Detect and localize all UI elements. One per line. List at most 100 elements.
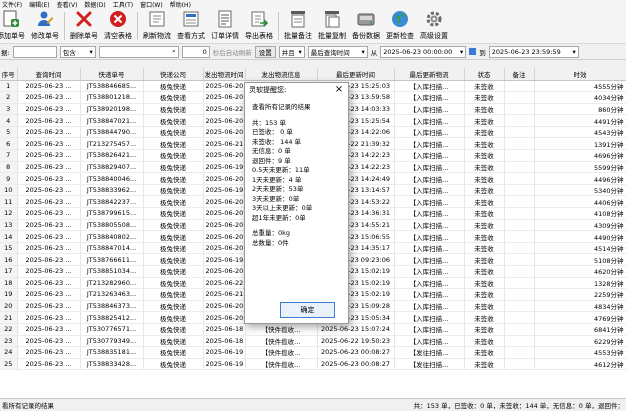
- table-cell: 【入库扫描...: [394, 161, 465, 174]
- batch-copy-button[interactable]: 批量复制: [315, 9, 349, 43]
- status-summary-text: 共：153 单，已签收：0 单，未签收：144 单，无信息：0 单，退回件：: [413, 402, 624, 410]
- ok-button[interactable]: 确定: [280, 302, 335, 318]
- table-cell: 22: [0, 323, 18, 336]
- table-cell-text: 【发往扫描...: [409, 361, 449, 370]
- table-cell: [504, 114, 535, 127]
- close-icon[interactable]: ×: [334, 85, 344, 95]
- column-header[interactable]: 状态: [464, 68, 505, 81]
- menu-item[interactable]: 帮助(H): [170, 0, 191, 9]
- dialog-stat-line: 退回件：9 单: [252, 156, 291, 165]
- table-cell: 14: [0, 230, 18, 243]
- match-mode-select[interactable]: 包含 ▾: [59, 45, 96, 58]
- table-cell: 未签收: [464, 323, 505, 336]
- search-input[interactable]: ⌕: [98, 45, 179, 58]
- table-cell-text: JT530779349...: [86, 336, 137, 345]
- menu-item[interactable]: 文件(F): [2, 0, 22, 9]
- table-cell-text: 2025-06-23 15:07:24: [320, 325, 391, 334]
- table-cell: [504, 103, 535, 116]
- refresh-interval-input[interactable]: 0: [181, 45, 210, 58]
- column-header[interactable]: 序号: [0, 68, 18, 81]
- settings-button-label: 设置: [258, 48, 272, 57]
- export-table-button[interactable]: 导出表格: [242, 9, 276, 43]
- table-cell: 2025-06-23 00:08:27: [317, 358, 395, 371]
- column-header[interactable]: 发出物流信息: [245, 68, 318, 81]
- table-cell: 【入库扫描...: [394, 253, 465, 266]
- table-cell: 2025-06-20: [203, 195, 246, 209]
- table-cell: JT530779349...: [80, 335, 144, 348]
- table-cell: [504, 323, 535, 336]
- table-row[interactable]: 25 2025-06-23 ... JT538833428... 极兔快递 2025-0…: [0, 358, 626, 371]
- table-cell: 【入库扫描...: [394, 137, 465, 151]
- column-header[interactable]: 时效: [534, 68, 626, 81]
- time-field-select[interactable]: 最后查询时间 ▾: [307, 45, 368, 58]
- table-cell: 20: [0, 300, 18, 313]
- logic-select[interactable]: 并且 ▾: [278, 45, 305, 58]
- refresh-logistics-button[interactable]: 刷新物流: [140, 9, 174, 43]
- table-cell: 极兔快递: [143, 149, 204, 162]
- table-cell: 未签收: [464, 335, 505, 348]
- table-cell: 1328分钟: [534, 277, 626, 290]
- menu-item[interactable]: 查看(V): [57, 0, 78, 9]
- keyword-input[interactable]: [12, 45, 57, 58]
- column-header[interactable]: 最后更新时间: [317, 68, 395, 81]
- edit-button-label: 修改单号: [31, 32, 59, 40]
- clear-icon: [108, 9, 128, 29]
- refresh-interval-value: 0: [202, 47, 207, 56]
- settings-button[interactable]: 设置: [254, 45, 276, 58]
- advanced-settings-button[interactable]: 高级设置: [417, 9, 451, 43]
- table-row[interactable]: 24 2025-06-23 ... JT538835181... 极兔快递 2025-0…: [0, 346, 626, 359]
- calendar-icon[interactable]: [469, 48, 477, 55]
- from-datetime-picker[interactable]: 2025-06-23 00:00:00 ▾: [380, 45, 467, 58]
- view-mode-button[interactable]: 查看方式: [174, 9, 208, 43]
- dialog-header-line: 查看所有记录的结果: [252, 103, 311, 111]
- status-bar: 看所有记录的结果 共：153 单，已签收：0 单，未签收：144 单，无信息：0…: [0, 398, 626, 411]
- table-cell: 2025-06-22: [203, 277, 246, 290]
- table-cell: 2025-06-20: [203, 265, 246, 278]
- update-check-button[interactable]: 更新检查: [383, 9, 417, 43]
- column-header[interactable]: 快递公司: [143, 68, 204, 81]
- column-header[interactable]: 最后更新物流: [394, 68, 465, 81]
- table-cell-text: 25: [4, 360, 13, 369]
- table-cell: 【入库扫描...: [394, 242, 465, 255]
- column-header[interactable]: 查询时间: [17, 68, 81, 81]
- column-header[interactable]: 备注: [504, 68, 535, 81]
- delete-button[interactable]: 删除单号: [67, 9, 101, 43]
- table-row[interactable]: 23 2025-06-23 ... JT530779349... 极兔快递 2025-0…: [0, 335, 626, 348]
- menu-item[interactable]: 工具(T): [113, 0, 133, 9]
- table-cell-text: 2025-06-20: [205, 313, 244, 322]
- table-cell: JT538826421...: [80, 149, 144, 162]
- column-header[interactable]: 快递单号: [80, 68, 144, 81]
- order-detail-button[interactable]: 订单详情: [208, 9, 242, 43]
- backup-data-button[interactable]: 备份数据: [349, 9, 383, 43]
- table-cell: [504, 253, 535, 266]
- from-label: 从: [370, 48, 378, 57]
- table-cell: 2025-06-19: [203, 253, 246, 266]
- add-icon: [1, 9, 21, 29]
- menu-bar: 文件(F) 编辑(E) 查看(V) 数据(D) 工具(T) 窗口(W) 帮助(H…: [0, 0, 626, 8]
- clear-table-button[interactable]: 清空表格: [101, 9, 135, 43]
- table-cell-text: JT538835181...: [86, 348, 137, 357]
- to-label: 到: [479, 48, 486, 57]
- batch-note-button-label: 批量备注: [284, 32, 312, 40]
- table-cell: 2025-06-23 ...: [17, 346, 81, 359]
- table-cell: 2025-06-23 ...: [17, 300, 81, 313]
- edit-button[interactable]: 修改单号: [28, 9, 62, 43]
- table-cell: 未签收: [464, 288, 505, 301]
- menu-item[interactable]: 窗口(W): [140, 0, 163, 9]
- toolbar-separator: [278, 12, 279, 40]
- column-header[interactable]: 发出物流时间: [203, 68, 246, 81]
- add-button[interactable]: 添加单号: [0, 9, 28, 43]
- menu-item[interactable]: 编辑(E): [29, 0, 49, 9]
- batch-note-button[interactable]: 批量备注: [281, 9, 315, 43]
- to-datetime-picker[interactable]: 2025-06-23 23:59:59 ▾: [488, 45, 579, 58]
- table-row[interactable]: 22 2025-06-23 ... JT530776571... 极兔快递 2025-0…: [0, 323, 626, 336]
- table-cell: 2259分钟: [534, 288, 626, 301]
- dialog-stat-line: 超1年未更新：0单: [252, 213, 306, 222]
- table-cell: 2025-06-20: [203, 114, 246, 127]
- toolbar-separator: [137, 12, 138, 40]
- menu-item[interactable]: 数据(D): [84, 0, 105, 9]
- ok-button-label: 确定: [300, 306, 315, 314]
- table-cell: 2025-06-1920:14:51: [203, 346, 246, 359]
- table-cell: 2025-06-1821:06:10: [203, 323, 246, 336]
- table-cell: 未签收: [464, 300, 505, 313]
